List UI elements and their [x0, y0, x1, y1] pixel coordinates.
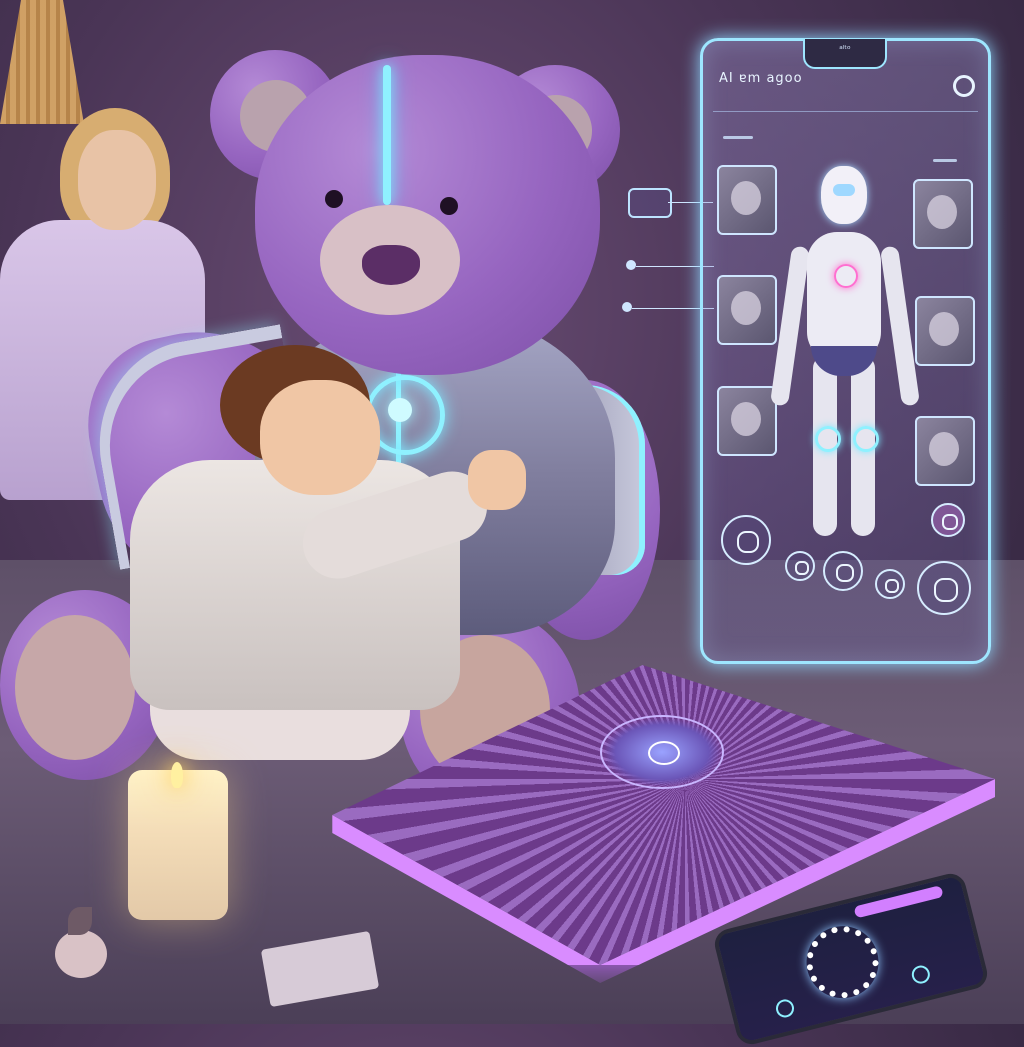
- thumbnail-card[interactable]: [717, 165, 777, 235]
- child-face: [260, 380, 380, 495]
- thumbnail-card[interactable]: [717, 275, 777, 345]
- hologram-button[interactable]: [721, 515, 771, 565]
- thumbnail-image: [927, 195, 957, 229]
- hologram-button[interactable]: [875, 569, 905, 599]
- scene: ᵃˡᵗᵒ AI ɐm agoo: [0, 0, 1024, 1047]
- phone-button-icon[interactable]: [909, 963, 932, 986]
- floating-tag: [628, 188, 672, 218]
- floating-dot: [626, 260, 636, 270]
- robot-leg-right: [851, 356, 879, 536]
- thumbnail-image: [731, 291, 761, 325]
- thumbnail-image: [929, 312, 959, 346]
- robot-knee: [853, 426, 879, 452]
- bear-nose: [362, 245, 420, 285]
- loading-ring-icon: [798, 918, 887, 1006]
- robot-torso: [807, 232, 881, 362]
- heart-icon: [834, 264, 858, 288]
- thumbnail-image: [731, 181, 761, 215]
- robot-arm-left: [769, 245, 811, 407]
- hologram-button[interactable]: [917, 561, 971, 615]
- thumbnail-card[interactable]: [915, 416, 975, 486]
- pillow-sensor: [600, 715, 724, 789]
- thumbnail-card[interactable]: [913, 179, 973, 249]
- label-bar: [723, 136, 753, 139]
- candle: [128, 770, 228, 920]
- thumbnail-card[interactable]: [717, 386, 777, 456]
- robot-arm-right: [879, 245, 921, 407]
- bear-muzzle: [320, 205, 460, 315]
- shield-icon: [736, 530, 760, 554]
- pillow-eye-icon: [648, 741, 680, 765]
- bear-left-paw: [15, 615, 135, 760]
- sleeping-child: [130, 340, 530, 770]
- hologram-button[interactable]: [931, 503, 965, 537]
- head-glow-seam: [383, 65, 391, 205]
- small-plant: [50, 905, 110, 980]
- flower-icon: [942, 514, 958, 530]
- notch-label: ᵃˡᵗᵒ: [839, 45, 851, 55]
- robot-figure: [769, 166, 921, 546]
- face-icon: [835, 563, 855, 583]
- plant-leaf: [68, 907, 92, 935]
- thumbnail-image: [929, 432, 959, 466]
- bear-eye-right: [440, 197, 458, 215]
- bear-eye-left: [325, 190, 343, 208]
- hologram-app-title: AI ɐm agoo: [719, 71, 803, 86]
- label-bar: [933, 159, 957, 162]
- floating-dot: [622, 302, 632, 312]
- home-icon: [934, 578, 958, 602]
- plant-pot: [55, 930, 107, 978]
- hologram-divider: [713, 111, 978, 112]
- hologram-notch: ᵃˡᵗᵒ: [803, 39, 887, 69]
- hologram-button[interactable]: [785, 551, 815, 581]
- record-icon[interactable]: [953, 75, 975, 97]
- robot-visor: [833, 184, 855, 196]
- thumbnail-card[interactable]: [915, 296, 975, 366]
- phone-button-icon[interactable]: [774, 997, 796, 1020]
- robot-head: [821, 166, 867, 224]
- child-hand: [468, 450, 526, 510]
- hologram-panel[interactable]: ᵃˡᵗᵒ AI ɐm agoo: [700, 38, 991, 664]
- candle-flame: [171, 762, 183, 788]
- leaf-icon: [884, 578, 900, 594]
- robot-leg-left: [813, 356, 841, 536]
- bear-head: [255, 55, 600, 375]
- thumbnail-image: [731, 402, 761, 436]
- small-icon: [794, 560, 810, 576]
- robot-knee: [815, 426, 841, 452]
- hologram-button[interactable]: [823, 551, 863, 591]
